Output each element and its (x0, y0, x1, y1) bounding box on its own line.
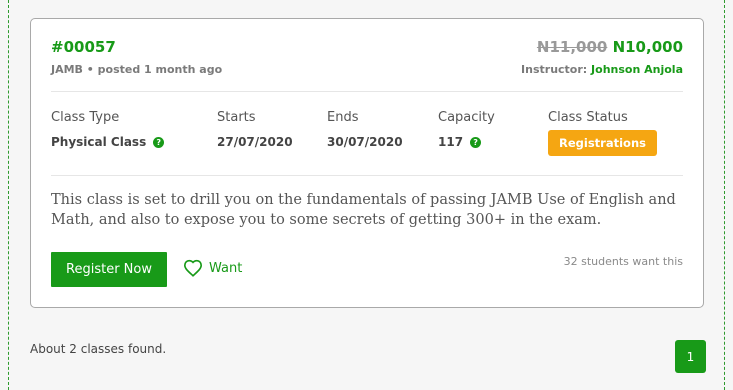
ends-label: Ends (327, 110, 359, 125)
capacity-value-row: 117 ? (438, 135, 495, 149)
divider-top (51, 91, 683, 92)
class-type-value: Physical Class (51, 135, 147, 149)
class-status-column: Class Status Registrations (548, 110, 657, 156)
ends-column: Ends 30/07/2020 (327, 110, 403, 149)
class-posted-time: posted 1 month ago (97, 63, 223, 76)
new-price: N10,000 (612, 38, 683, 56)
class-meta: JAMB • posted 1 month ago (51, 63, 223, 76)
class-type-value-row: Physical Class ? (51, 135, 165, 149)
old-price: N11,000 (536, 38, 608, 56)
page-border-right (724, 0, 725, 390)
register-now-button[interactable]: Register Now (51, 252, 167, 287)
price-block: N11,000 N10,000 (537, 38, 683, 56)
capacity-column: Capacity 117 ? (438, 110, 495, 149)
want-label: Want (209, 260, 243, 276)
starts-value: 27/07/2020 (217, 135, 293, 149)
pagination-page-1[interactable]: 1 (675, 340, 706, 373)
results-count: About 2 classes found. (30, 342, 167, 356)
starts-label: Starts (217, 110, 256, 125)
heart-outline-icon (183, 259, 203, 277)
capacity-label: Capacity (438, 110, 495, 125)
ends-value: 30/07/2020 (327, 135, 403, 149)
starts-column: Starts 27/07/2020 (217, 110, 293, 149)
class-type-label: Class Type (51, 110, 120, 125)
instructor-name[interactable]: Johnson Anjola (591, 63, 683, 76)
class-status-label: Class Status (548, 110, 628, 125)
class-category: JAMB (51, 63, 83, 76)
capacity-value: 117 (438, 135, 464, 149)
class-card: #00057 JAMB • posted 1 month ago N11,000… (30, 18, 704, 308)
class-description: This class is set to drill you on the fu… (51, 192, 676, 228)
instructor-label: Instructor: (521, 63, 588, 76)
class-type-column: Class Type Physical Class ? (51, 110, 165, 149)
instructor-info: Instructor: Johnson Anjola (521, 63, 683, 76)
question-circle-icon[interactable]: ? (470, 136, 482, 148)
page-border-left (8, 0, 9, 390)
want-count: 32 students want this (563, 255, 683, 268)
want-button[interactable]: Want (183, 259, 242, 277)
class-id: #00057 (51, 38, 116, 56)
divider-bottom (51, 175, 683, 176)
status-badge: Registrations (548, 130, 657, 156)
question-circle-icon[interactable]: ? (153, 136, 165, 148)
